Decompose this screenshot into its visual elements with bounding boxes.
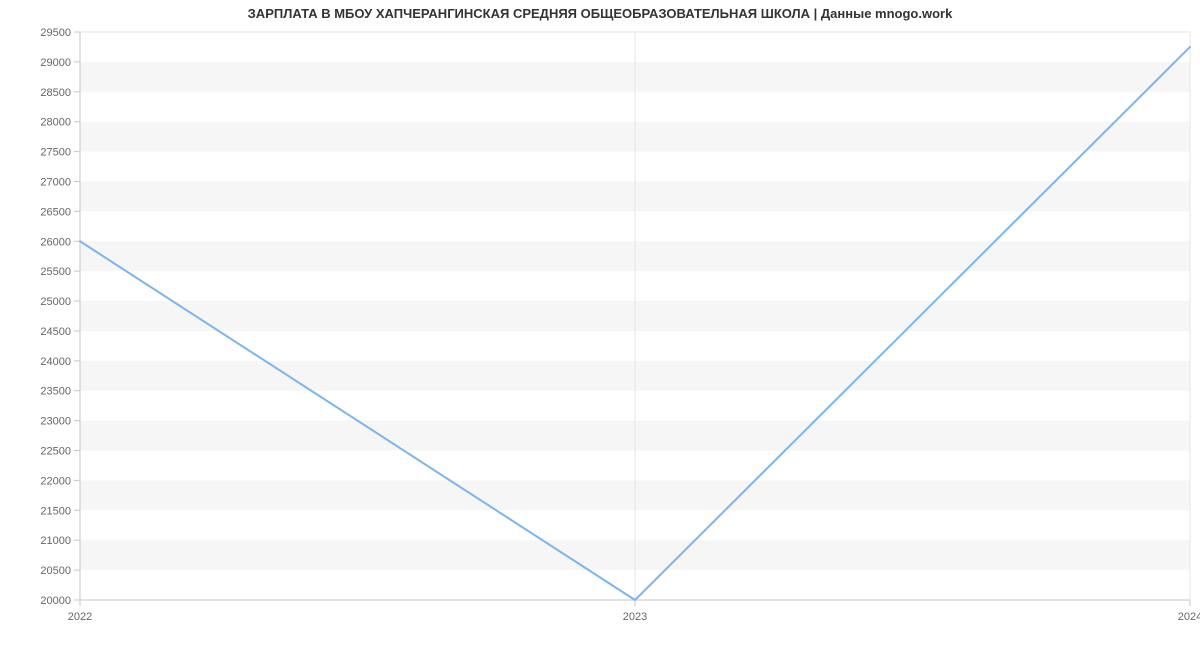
svg-text:26500: 26500 — [40, 206, 71, 218]
line-chart: 20000 20500 21000 21500 22000 22500 23000 23500… — [0, 0, 1200, 650]
svg-text:27500: 27500 — [40, 147, 71, 159]
svg-text:23500: 23500 — [40, 386, 71, 398]
svg-text:2023: 2023 — [623, 611, 647, 623]
svg-text:24000: 24000 — [40, 356, 71, 368]
svg-text:28500: 28500 — [40, 87, 71, 99]
svg-text:28000: 28000 — [40, 117, 71, 129]
svg-text:29000: 29000 — [40, 57, 71, 69]
chart-container: ЗАРПЛАТА В МБОУ ХАПЧЕРАНГИНСКАЯ СРЕДНЯЯ … — [0, 0, 1200, 650]
svg-text:2024: 2024 — [1178, 611, 1200, 623]
svg-text:20000: 20000 — [40, 595, 71, 607]
svg-text:23000: 23000 — [40, 416, 71, 428]
svg-text:22500: 22500 — [40, 446, 71, 458]
svg-text:2022: 2022 — [68, 611, 92, 623]
svg-text:25500: 25500 — [40, 266, 71, 278]
svg-text:21500: 21500 — [40, 505, 71, 517]
svg-text:27000: 27000 — [40, 176, 71, 188]
svg-text:21000: 21000 — [40, 535, 71, 547]
svg-text:20500: 20500 — [40, 565, 71, 577]
svg-text:22000: 22000 — [40, 475, 71, 487]
svg-text:24500: 24500 — [40, 326, 71, 338]
svg-text:29500: 29500 — [40, 27, 71, 39]
svg-text:26000: 26000 — [40, 236, 71, 248]
chart-title: ЗАРПЛАТА В МБОУ ХАПЧЕРАНГИНСКАЯ СРЕДНЯЯ … — [0, 6, 1200, 21]
svg-text:25000: 25000 — [40, 296, 71, 308]
